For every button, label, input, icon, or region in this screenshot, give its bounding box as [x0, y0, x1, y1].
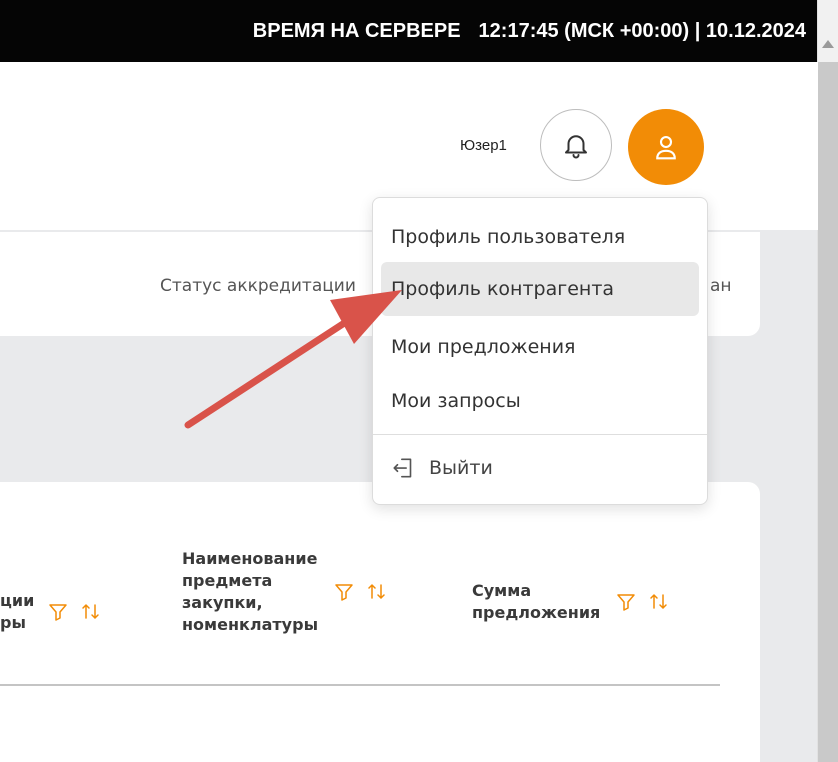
scroll-up-icon[interactable]: [822, 40, 834, 48]
logout-label: Выйти: [429, 457, 493, 479]
column-header-sum: Сумма предложения: [472, 580, 670, 624]
logout-icon: [393, 458, 412, 478]
user-dropdown-menu: Профиль пользователя Профиль контрагента…: [372, 197, 708, 505]
user-icon: [656, 135, 676, 160]
menu-divider: [373, 434, 707, 435]
menu-item-label: Профиль контрагента: [391, 278, 615, 300]
sort-icon[interactable]: [648, 592, 670, 612]
accreditation-status-value: ан: [710, 276, 732, 296]
filter-icon[interactable]: [48, 602, 68, 622]
filter-icon[interactable]: [616, 592, 636, 612]
column-header-position: ции ры: [0, 590, 102, 634]
filter-icon[interactable]: [334, 582, 354, 602]
menu-item-label: Профиль пользователя: [391, 226, 626, 248]
menu-item-my-requests[interactable]: Мои запросы: [381, 374, 699, 428]
table-header-divider: [0, 684, 720, 686]
menu-item-my-offers[interactable]: Мои предложения: [381, 320, 699, 374]
menu-item-label: Мои предложения: [391, 336, 576, 358]
sort-icon[interactable]: [366, 582, 388, 602]
menu-item-user-profile[interactable]: Профиль пользователя: [381, 210, 699, 264]
logout-button[interactable]: Выйти: [391, 446, 493, 490]
sort-icon[interactable]: [80, 602, 102, 622]
scrollbar[interactable]: [817, 0, 838, 762]
menu-item-label: Мои запросы: [391, 390, 521, 412]
user-menu-button[interactable]: [628, 109, 704, 185]
column-header-label: Сумма предложения: [472, 581, 601, 622]
notifications-button[interactable]: [540, 109, 612, 181]
accreditation-status-label: Статус аккредитации: [160, 276, 356, 296]
user-name: Юзер1: [460, 137, 507, 154]
bell-icon: [565, 135, 587, 159]
column-header-label: ции ры: [0, 591, 35, 632]
server-time-bar: ВРЕМЯ НА СЕРВЕРЕ 12:17:45 (МСК +00:00) |…: [0, 0, 818, 62]
column-header-item-name: Наименование предмета закупки, номенклат…: [182, 548, 388, 636]
column-header-label: Наименование предмета закупки, номенклат…: [182, 549, 319, 634]
server-time-label: ВРЕМЯ НА СЕРВЕРЕ: [252, 19, 461, 42]
server-time-value: 12:17:45 (МСК +00:00) | 10.12.2024: [478, 19, 806, 42]
scroll-thumb[interactable]: [818, 62, 838, 762]
menu-item-counterparty-profile[interactable]: Профиль контрагента: [381, 262, 699, 316]
